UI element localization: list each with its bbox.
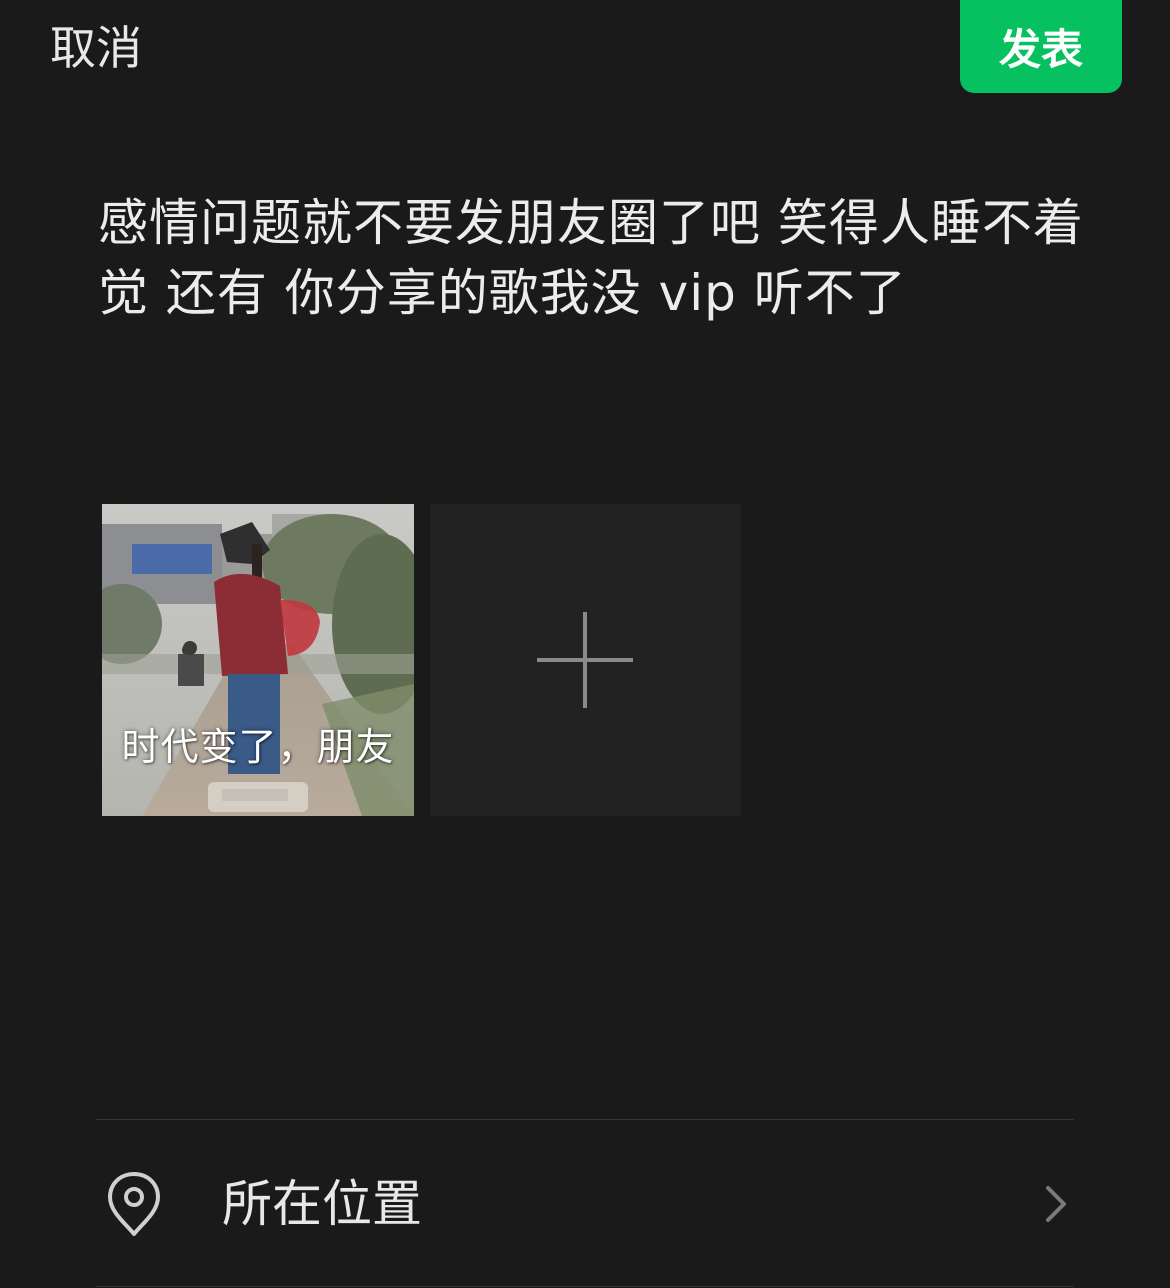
divider-bottom: [96, 1286, 1074, 1287]
chevron-right-icon: [1046, 1186, 1066, 1222]
attached-image-thumbnail[interactable]: 时代变了，朋友: [102, 504, 414, 816]
location-pin-icon: [108, 1172, 160, 1236]
location-row[interactable]: 所在位置: [96, 1120, 1074, 1286]
location-label: 所在位置: [222, 1175, 422, 1233]
publish-button[interactable]: 发表: [960, 0, 1122, 93]
image-caption: 时代变了，朋友: [121, 725, 395, 769]
add-image-button[interactable]: [430, 504, 741, 816]
post-text-input[interactable]: 感情问题就不要发朋友圈了吧 笑得人睡不着觉 还有 你分享的歌我没 vip 听不了: [98, 188, 1088, 328]
cancel-button[interactable]: 取消: [50, 16, 142, 80]
